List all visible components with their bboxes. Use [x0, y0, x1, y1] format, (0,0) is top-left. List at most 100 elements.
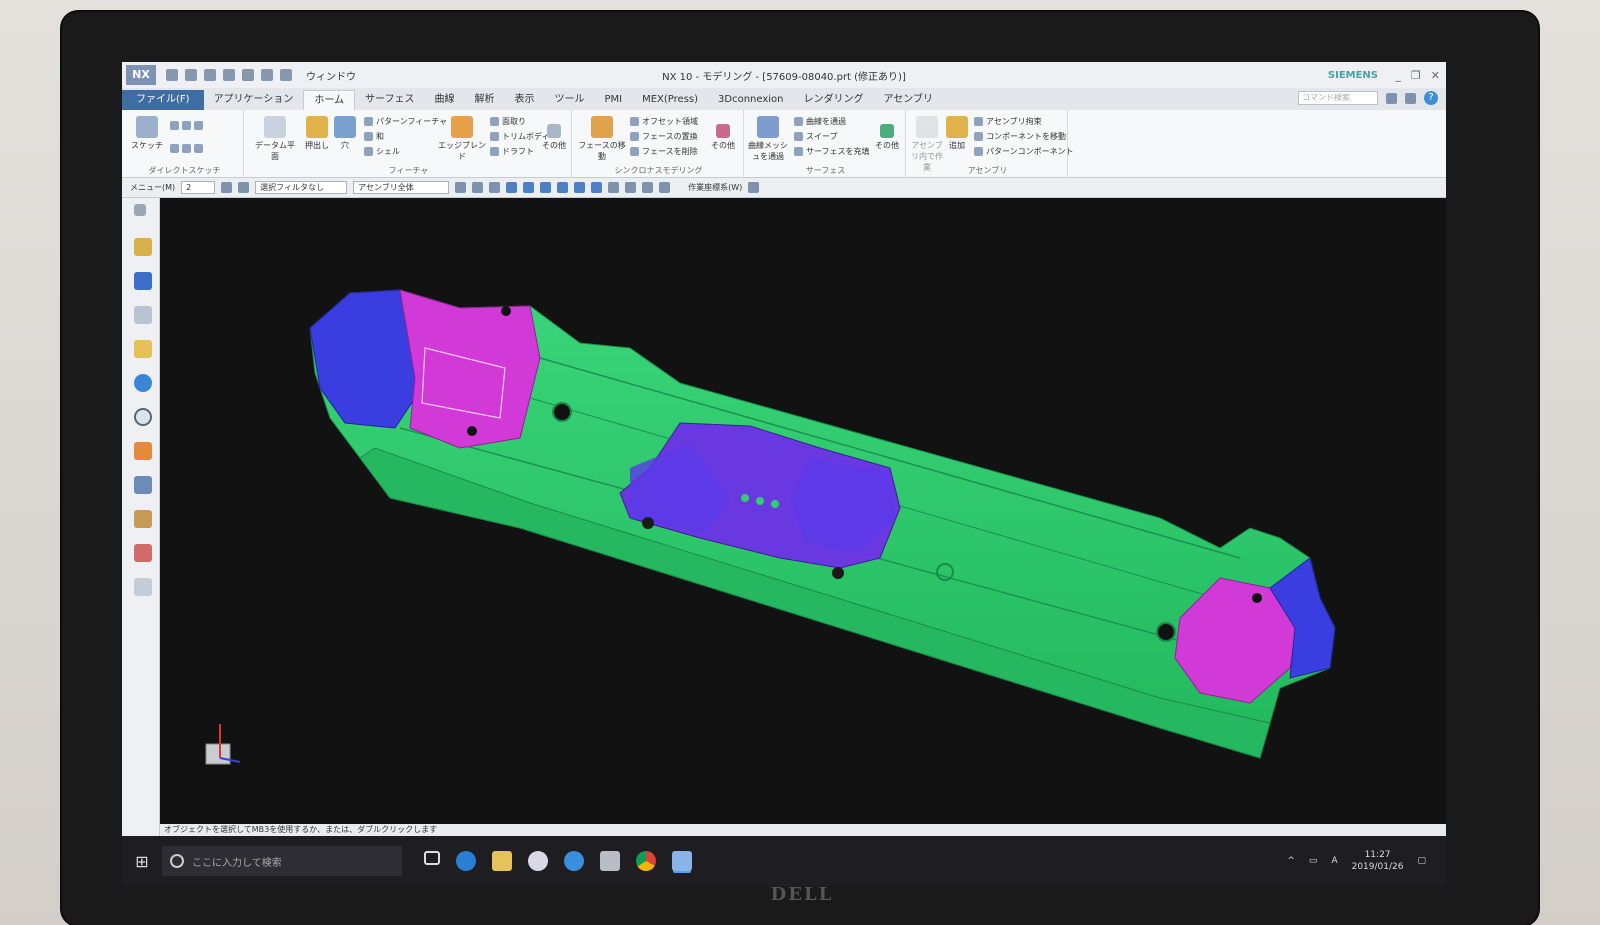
- tab-assembly[interactable]: アセンブリ: [874, 90, 944, 110]
- reuse-library-icon[interactable]: [134, 340, 152, 358]
- windows-start-icon[interactable]: ⊞: [122, 852, 162, 871]
- calculator-icon[interactable]: [600, 851, 620, 871]
- view-orient-icon[interactable]: [642, 182, 654, 193]
- history-icon[interactable]: [134, 408, 152, 426]
- tab-application[interactable]: アプリケーション: [204, 90, 304, 110]
- line-icon[interactable]: [194, 121, 203, 130]
- rectangle-icon[interactable]: [182, 121, 191, 130]
- minimize-icon[interactable]: _: [1395, 69, 1401, 82]
- redo-icon[interactable]: [204, 69, 216, 81]
- save-icon[interactable]: [166, 69, 178, 81]
- pattern-component-button[interactable]: パターンコンポーネント: [974, 144, 1074, 159]
- sketch-button[interactable]: スケッチ: [130, 116, 164, 151]
- network-icon[interactable]: ▭: [1309, 856, 1318, 866]
- taskbar-search-input[interactable]: ここに入力して検索: [162, 846, 402, 876]
- tab-tools[interactable]: ツール: [544, 90, 594, 110]
- hole-button[interactable]: 穴: [332, 116, 358, 151]
- add-component-button[interactable]: 追加: [944, 116, 970, 151]
- selection-filter-dropdown[interactable]: 選択フィルタなし: [255, 181, 348, 194]
- settings-icon[interactable]: [134, 204, 146, 216]
- restore-icon[interactable]: ❐: [1411, 69, 1421, 82]
- unite-button[interactable]: 和: [364, 129, 447, 144]
- notification-icon[interactable]: ▢: [1417, 856, 1426, 866]
- datum-plane-button[interactable]: データム平面: [252, 116, 298, 162]
- extrude-button[interactable]: 押出し: [300, 116, 334, 151]
- paste-icon[interactable]: [261, 69, 273, 81]
- tray-chevron-icon[interactable]: ^: [1287, 856, 1295, 866]
- tab-file[interactable]: ファイル(F): [122, 90, 204, 110]
- tab-home[interactable]: ホーム: [303, 90, 356, 110]
- fill-surface-button[interactable]: サーフェスを充填: [794, 144, 870, 159]
- roles-icon[interactable]: [134, 510, 152, 528]
- clock[interactable]: 11:27 2019/01/26: [1352, 849, 1404, 873]
- lasso-icon[interactable]: [472, 182, 484, 193]
- snap-point-icon[interactable]: [574, 182, 586, 193]
- snap-icon[interactable]: [506, 182, 518, 193]
- graphics-window[interactable]: [160, 198, 1446, 870]
- through-curves-button[interactable]: 曲線を通過: [794, 114, 870, 129]
- through-curve-mesh-button[interactable]: 曲線メッシュを通過: [748, 116, 788, 162]
- tab-rendering[interactable]: レンダリング: [794, 90, 874, 110]
- part-navigator-icon[interactable]: [134, 306, 152, 324]
- constraint-navigator-icon[interactable]: [134, 272, 152, 290]
- tab-analysis[interactable]: 解析: [464, 90, 504, 110]
- tab-3dconnexion[interactable]: 3Dconnexion: [708, 90, 793, 110]
- system-scenes-icon[interactable]: [134, 544, 152, 562]
- command-search-input[interactable]: コマンド検索: [1298, 91, 1378, 105]
- internet-explorer-icon[interactable]: [564, 851, 584, 871]
- part-model[interactable]: [160, 198, 1446, 824]
- system-materials-icon[interactable]: [134, 442, 152, 460]
- render-style-icon[interactable]: [659, 182, 671, 193]
- file-explorer-icon[interactable]: [492, 851, 512, 871]
- left-bracket-magenta[interactable]: [399, 289, 541, 449]
- edge-blend-button[interactable]: エッジブレンド: [438, 116, 486, 162]
- arc-icon[interactable]: [170, 144, 179, 153]
- hd3d-tools-icon[interactable]: [134, 578, 152, 596]
- level-dropdown[interactable]: 2: [181, 181, 216, 194]
- replace-face-button[interactable]: フェースの置換: [630, 129, 698, 144]
- nx-app-icon[interactable]: [672, 851, 692, 871]
- web-browser-icon[interactable]: [134, 374, 152, 392]
- undo-icon[interactable]: [185, 69, 197, 81]
- filter-icon-2[interactable]: [238, 182, 250, 193]
- scope-dropdown[interactable]: アセンブリ全体: [353, 181, 450, 194]
- menu-button[interactable]: メニュー(M): [130, 182, 175, 193]
- cut-icon[interactable]: [223, 69, 235, 81]
- profile-icon[interactable]: [170, 121, 179, 130]
- sync-more-button[interactable]: その他: [708, 116, 738, 151]
- move-face-button[interactable]: フェースの移動: [578, 116, 626, 162]
- tab-mex-press[interactable]: MEX(Press): [632, 90, 708, 110]
- filter-icon[interactable]: [221, 182, 233, 193]
- cloud-app-icon[interactable]: [528, 851, 548, 871]
- touch-mode-icon[interactable]: [280, 69, 292, 81]
- tab-pmi[interactable]: PMI: [594, 90, 632, 110]
- view-rotate-icon[interactable]: [625, 182, 637, 193]
- assembly-constraints-button[interactable]: アセンブリ拘束: [974, 114, 1074, 129]
- select-all-icon[interactable]: [455, 182, 467, 193]
- search-icon[interactable]: [1386, 92, 1397, 104]
- offset-region-button[interactable]: オフセット領域: [630, 114, 698, 129]
- tab-curve[interactable]: 曲線: [424, 90, 464, 110]
- ime-indicator[interactable]: A: [1331, 856, 1337, 866]
- delete-face-button[interactable]: フェースを削除: [630, 144, 698, 159]
- assembly-navigator-icon[interactable]: [134, 238, 152, 256]
- view-fit-icon[interactable]: [608, 182, 620, 193]
- wcs-menu[interactable]: 作業座標系(W): [688, 182, 742, 193]
- swept-button[interactable]: スイープ: [794, 129, 870, 144]
- snap-intersect-icon[interactable]: [591, 182, 603, 193]
- rectangle-select-icon[interactable]: [489, 182, 501, 193]
- process-studio-icon[interactable]: [134, 476, 152, 494]
- point-icon[interactable]: [194, 144, 203, 153]
- ribbon-collapse-icon[interactable]: [1405, 92, 1416, 104]
- surface-more-button[interactable]: その他: [872, 116, 902, 151]
- chrome-icon[interactable]: [636, 851, 656, 871]
- shell-button[interactable]: シェル: [364, 144, 447, 159]
- tab-view[interactable]: 表示: [504, 90, 544, 110]
- snap-mid-icon[interactable]: [540, 182, 552, 193]
- tab-surface[interactable]: サーフェス: [355, 90, 424, 110]
- copy-icon[interactable]: [242, 69, 254, 81]
- pattern-feature-button[interactable]: パターンフィーチャ: [364, 114, 447, 129]
- nx-logo[interactable]: NX: [126, 65, 156, 85]
- move-component-button[interactable]: コンポーネントを移動: [974, 129, 1074, 144]
- snap-end-icon[interactable]: [523, 182, 535, 193]
